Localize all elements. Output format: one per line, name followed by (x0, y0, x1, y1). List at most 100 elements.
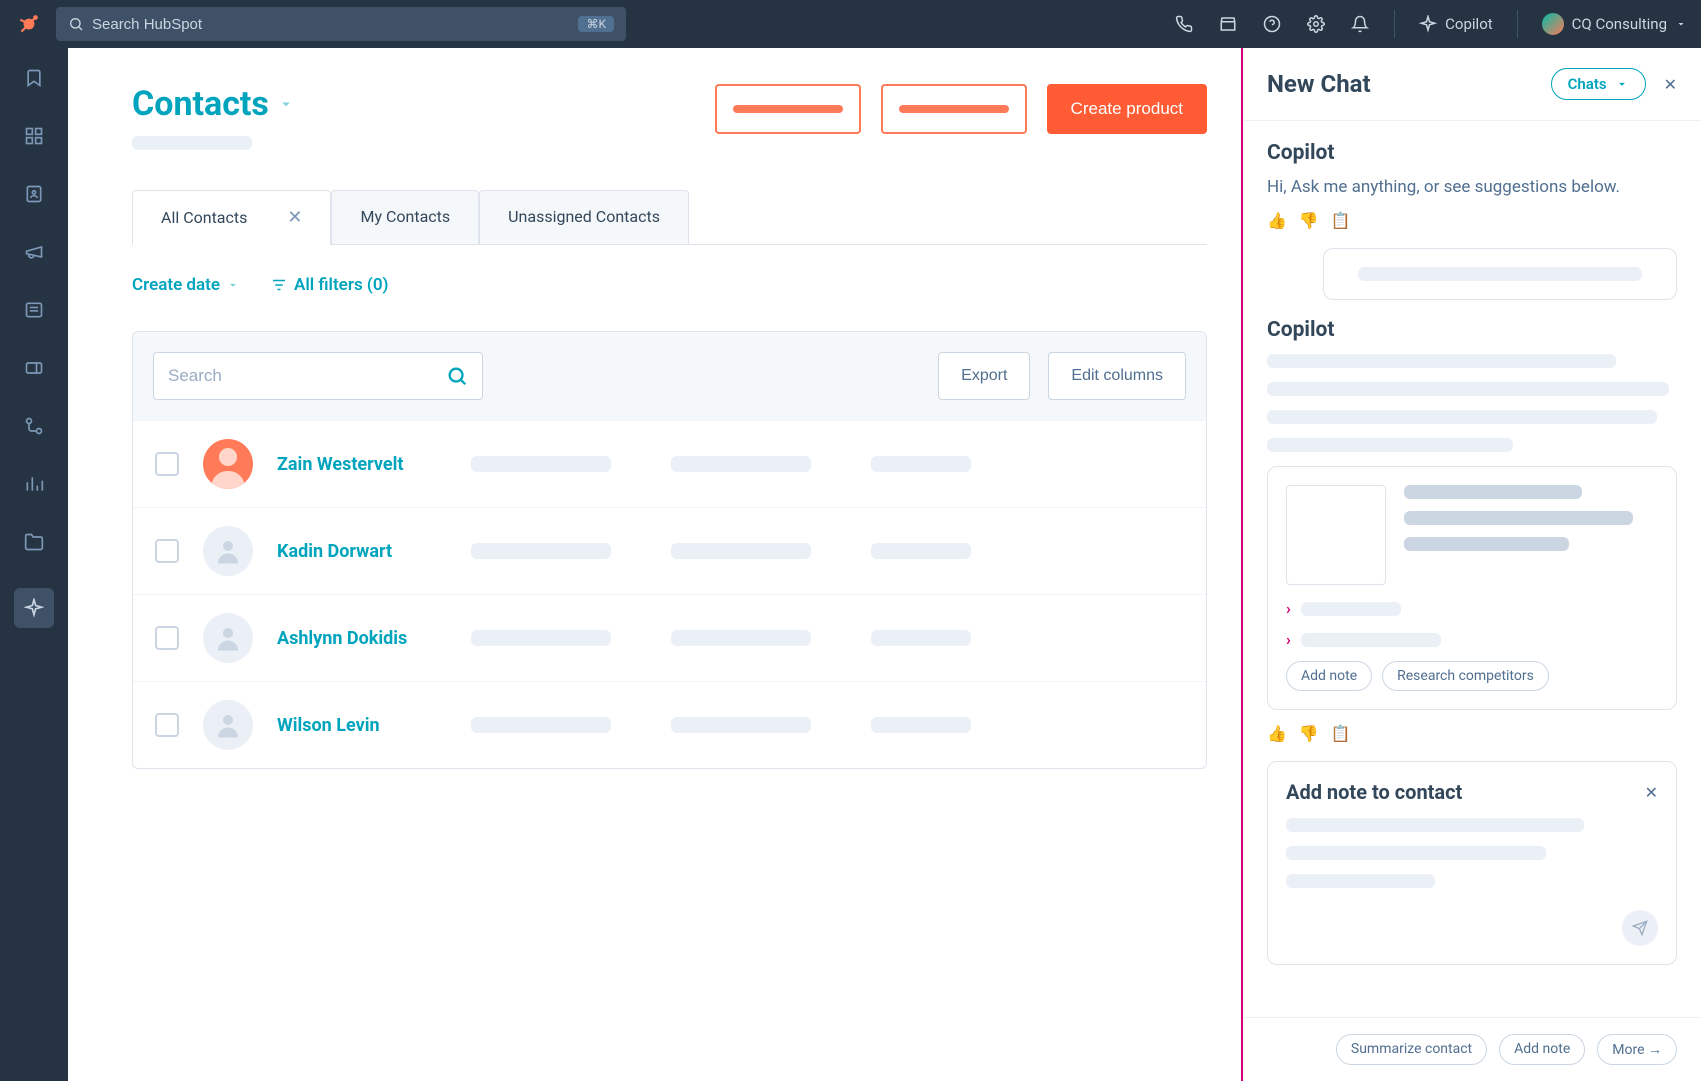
news-icon[interactable] (22, 298, 46, 322)
copilot-button[interactable]: Copilot (1419, 15, 1493, 33)
contacts-table: Export Edit columns Zain Westervelt Kadi… (132, 331, 1207, 769)
edit-columns-button[interactable]: Edit columns (1048, 352, 1186, 400)
copilot-label: Copilot (1445, 15, 1493, 33)
folder-icon[interactable] (22, 530, 46, 554)
settings-icon[interactable] (1306, 14, 1326, 34)
caret-down-icon (1615, 77, 1629, 91)
phone-icon[interactable] (1174, 14, 1194, 34)
help-icon[interactable] (1262, 14, 1282, 34)
panel-title: New Chat (1267, 70, 1371, 98)
card-link[interactable]: › (1286, 630, 1658, 649)
global-search-input[interactable] (92, 16, 570, 33)
table-row: Zain Westervelt (133, 420, 1206, 507)
tab-unassigned-contacts[interactable]: Unassigned Contacts (479, 190, 689, 244)
tab-label: Unassigned Contacts (508, 207, 660, 226)
copilot-greeting: Hi, Ask me anything, or see suggestions … (1267, 177, 1677, 197)
tab-label: My Contacts (360, 207, 450, 226)
ticket-icon[interactable] (22, 356, 46, 380)
subtitle-skeleton (132, 136, 252, 150)
megaphone-icon[interactable] (22, 240, 46, 264)
contact-name-link[interactable]: Kadin Dorwart (277, 541, 447, 562)
summarize-pill[interactable]: Summarize contact (1336, 1034, 1487, 1065)
workflow-icon[interactable] (22, 414, 46, 438)
caret-down-icon (1675, 18, 1687, 30)
add-note-pill[interactable]: Add note (1499, 1034, 1585, 1065)
close-icon[interactable]: ✕ (287, 207, 302, 228)
filter-all-filters[interactable]: All filters (0) (270, 275, 389, 295)
sparkle-icon (1419, 15, 1437, 33)
contact-avatar (203, 700, 253, 750)
row-checkbox[interactable] (155, 713, 179, 737)
tab-my-contacts[interactable]: My Contacts (331, 190, 479, 244)
caret-down-icon (277, 95, 295, 113)
contact-name-link[interactable]: Zain Westervelt (277, 454, 447, 475)
sidebar (0, 48, 68, 1081)
table-search-input[interactable] (168, 366, 436, 386)
filter-icon (270, 276, 288, 294)
create-product-button[interactable]: Create product (1047, 84, 1207, 134)
contact-name-link[interactable]: Ashlynn Dokidis (277, 628, 447, 649)
export-button[interactable]: Export (938, 352, 1030, 400)
page-title[interactable]: Contacts (132, 84, 295, 124)
account-name: CQ Consulting (1572, 15, 1667, 33)
thumbs-up-icon[interactable]: 👍 (1267, 724, 1287, 743)
main-content: Contacts Create product All Contacts ✕ M… (68, 48, 1241, 1081)
row-checkbox[interactable] (155, 626, 179, 650)
thumbs-up-icon[interactable]: 👍 (1267, 211, 1287, 230)
copilot-heading: Copilot (1267, 141, 1677, 165)
contact-avatar (203, 439, 253, 489)
card-image-placeholder (1286, 485, 1386, 585)
more-pill[interactable]: More → (1597, 1034, 1677, 1065)
action-button-1[interactable] (715, 84, 861, 134)
marketplace-icon[interactable] (1218, 14, 1238, 34)
thumbs-down-icon[interactable]: 👎 (1299, 211, 1319, 230)
copy-icon[interactable]: 📋 (1331, 724, 1351, 743)
copilot-heading: Copilot (1267, 318, 1677, 342)
bookmark-icon[interactable] (22, 66, 46, 90)
notifications-icon[interactable] (1350, 14, 1370, 34)
table-search[interactable] (153, 352, 483, 400)
send-button[interactable] (1622, 910, 1658, 946)
search-icon (68, 16, 84, 32)
search-icon (446, 365, 468, 387)
copilot-panel: New Chat Chats ✕ Copilot Hi, Ask me anyt… (1241, 48, 1701, 1081)
send-icon (1632, 920, 1648, 936)
topbar: ⌘K Copilot CQ Consulting (0, 0, 1701, 48)
row-checkbox[interactable] (155, 452, 179, 476)
tab-label: All Contacts (161, 208, 247, 227)
note-card: Add note to contact ✕ (1267, 761, 1677, 965)
thumbs-down-icon[interactable]: 👎 (1299, 724, 1319, 743)
tabs: All Contacts ✕ My Contacts Unassigned Co… (132, 190, 1207, 245)
sparkle-nav-icon[interactable] (14, 588, 54, 628)
note-title: Add note to contact (1286, 780, 1462, 804)
close-icon[interactable]: ✕ (1664, 75, 1677, 94)
hubspot-logo[interactable] (14, 9, 44, 39)
action-button-2[interactable] (881, 84, 1027, 134)
contact-name-link[interactable]: Wilson Levin (277, 715, 447, 736)
card-link[interactable]: › (1286, 599, 1658, 618)
caret-down-icon (226, 278, 240, 292)
message-skeleton (1267, 354, 1677, 452)
table-row: Wilson Levin (133, 681, 1206, 768)
chats-chip[interactable]: Chats (1551, 68, 1646, 100)
contact-card: › › Add note Research competitors (1267, 466, 1677, 710)
account-menu[interactable]: CQ Consulting (1542, 13, 1687, 35)
grid-icon[interactable] (22, 124, 46, 148)
reports-icon[interactable] (22, 472, 46, 496)
close-icon[interactable]: ✕ (1645, 783, 1658, 802)
row-checkbox[interactable] (155, 539, 179, 563)
global-search[interactable]: ⌘K (56, 7, 626, 41)
table-row: Kadin Dorwart (133, 507, 1206, 594)
add-note-pill[interactable]: Add note (1286, 661, 1372, 691)
divider (1394, 10, 1395, 38)
contacts-icon[interactable] (22, 182, 46, 206)
account-avatar (1542, 13, 1564, 35)
contact-avatar (203, 613, 253, 663)
table-row: Ashlynn Dokidis (133, 594, 1206, 681)
research-pill[interactable]: Research competitors (1382, 661, 1549, 691)
suggestion-card[interactable] (1323, 248, 1677, 300)
copy-icon[interactable]: 📋 (1331, 211, 1351, 230)
contact-avatar (203, 526, 253, 576)
filter-create-date[interactable]: Create date (132, 275, 240, 295)
tab-all-contacts[interactable]: All Contacts ✕ (132, 190, 331, 245)
